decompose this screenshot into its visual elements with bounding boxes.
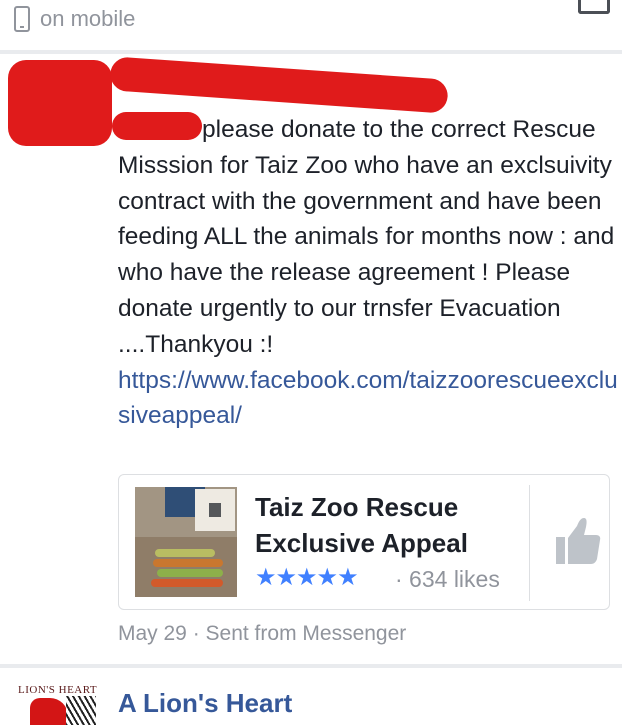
card-separator xyxy=(529,485,530,601)
post-link[interactable]: https://www.facebook.com/taizzoorescueex… xyxy=(118,367,618,430)
post-header-row: on mobile xyxy=(0,0,622,48)
logo-text: LION'S HEART xyxy=(18,684,98,696)
like-count: · 634 likes xyxy=(395,566,500,592)
share-icon[interactable] xyxy=(578,0,610,14)
post-message-text: please donate to the correct Rescue Miss… xyxy=(118,116,615,358)
divider xyxy=(0,50,622,54)
redacted-author-name xyxy=(8,60,112,146)
post-message: please donate to the correct Rescue Miss… xyxy=(118,112,618,434)
thumbs-up-icon[interactable] xyxy=(555,517,601,565)
page-preview-card[interactable]: Taiz Zoo Rescue Exclusive Appeal ★★★★★ ·… xyxy=(118,474,610,610)
phone-icon xyxy=(14,6,30,32)
redacted-author-name xyxy=(109,56,449,114)
page-name-link[interactable]: A Lion's Heart xyxy=(118,688,292,719)
page-thumbnail[interactable] xyxy=(135,487,237,597)
post-meta: May 29 · Sent from Messenger xyxy=(118,622,407,645)
posted-via-label: on mobile xyxy=(40,6,136,31)
star-rating: ★★★★★ xyxy=(255,564,359,591)
lions-heart-logo[interactable]: LION'S HEART xyxy=(18,684,100,725)
divider xyxy=(0,664,622,668)
page-title[interactable]: Taiz Zoo Rescue Exclusive Appeal xyxy=(255,489,515,561)
